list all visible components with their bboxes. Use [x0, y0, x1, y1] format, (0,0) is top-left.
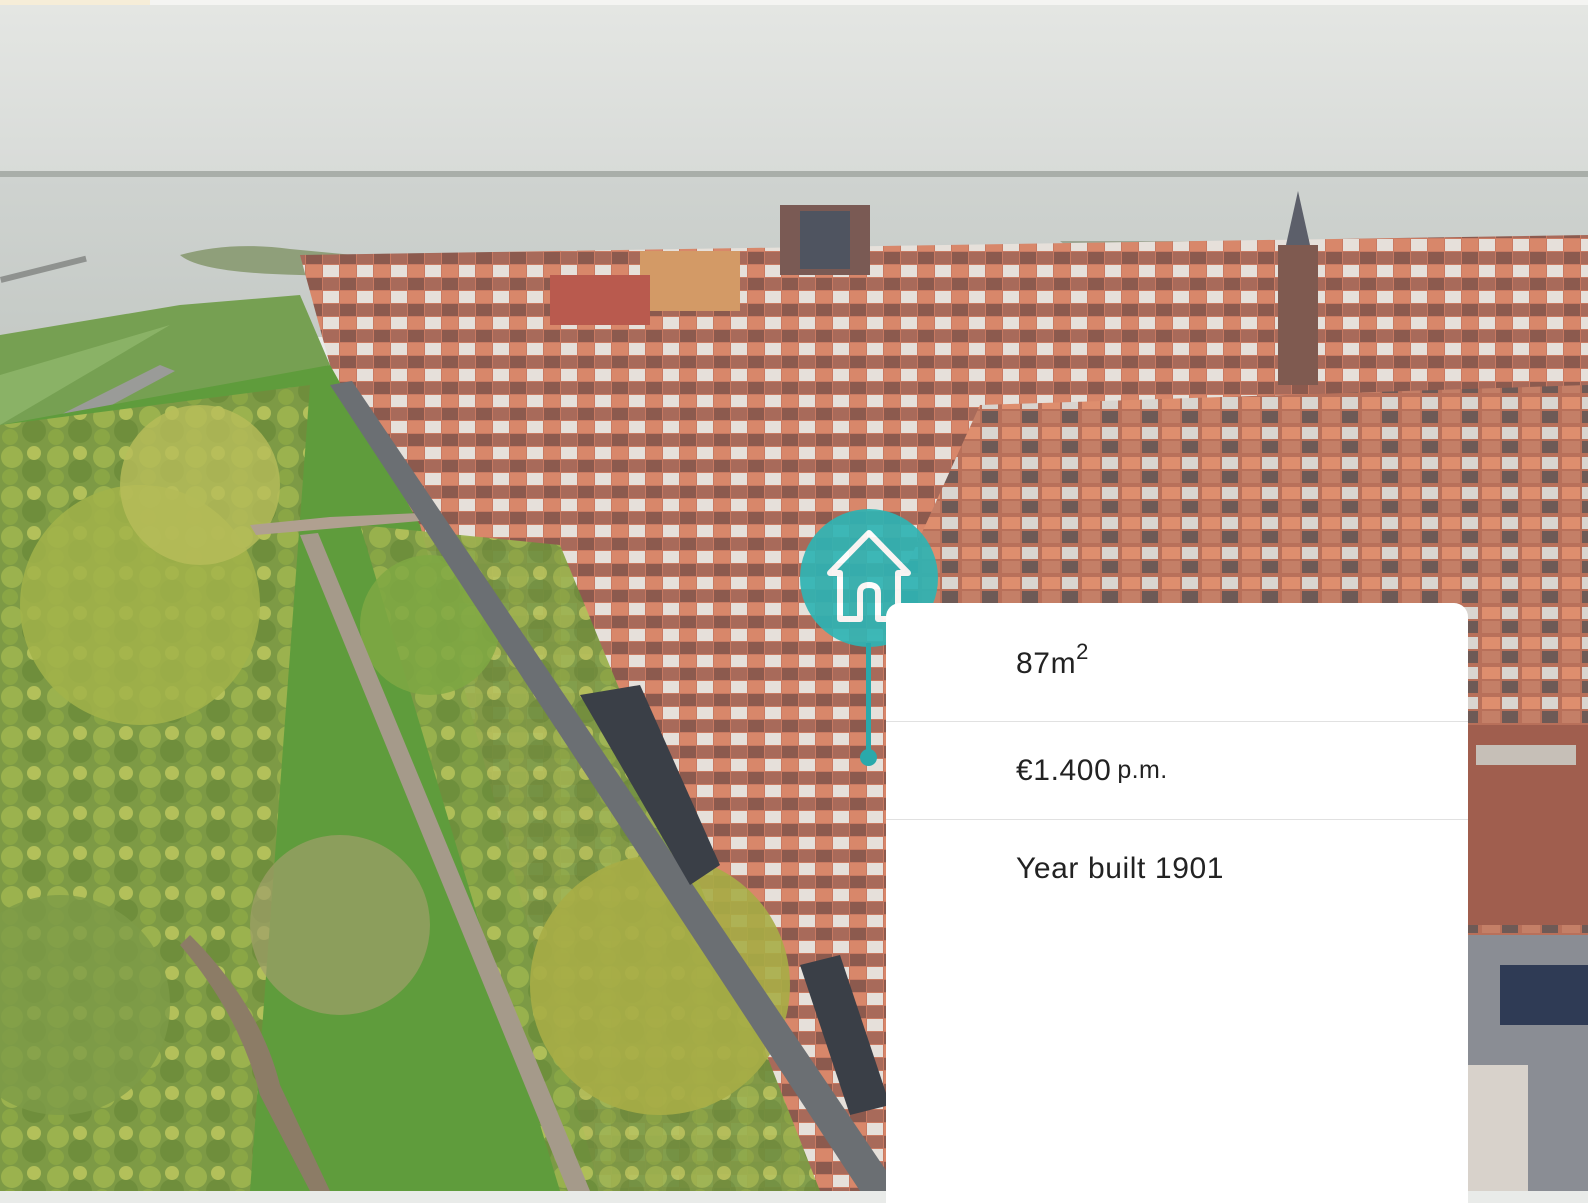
- area-row: 87m 2: [886, 603, 1468, 722]
- area-exponent: 2: [1076, 639, 1090, 664]
- listing-info-card: 87m 2 €1.400 p.m. Year built 1901: [886, 603, 1468, 1203]
- pin-point: [860, 749, 877, 766]
- year-built: Year built 1901: [1016, 852, 1225, 885]
- price-value: €1.400: [1016, 753, 1112, 787]
- price-period: p.m.: [1117, 756, 1168, 784]
- area-value: 87m: [1016, 647, 1077, 680]
- pin-stem: [866, 643, 871, 755]
- year-built-row: Year built 1901: [886, 820, 1468, 918]
- price-row: €1.400 p.m.: [886, 722, 1468, 820]
